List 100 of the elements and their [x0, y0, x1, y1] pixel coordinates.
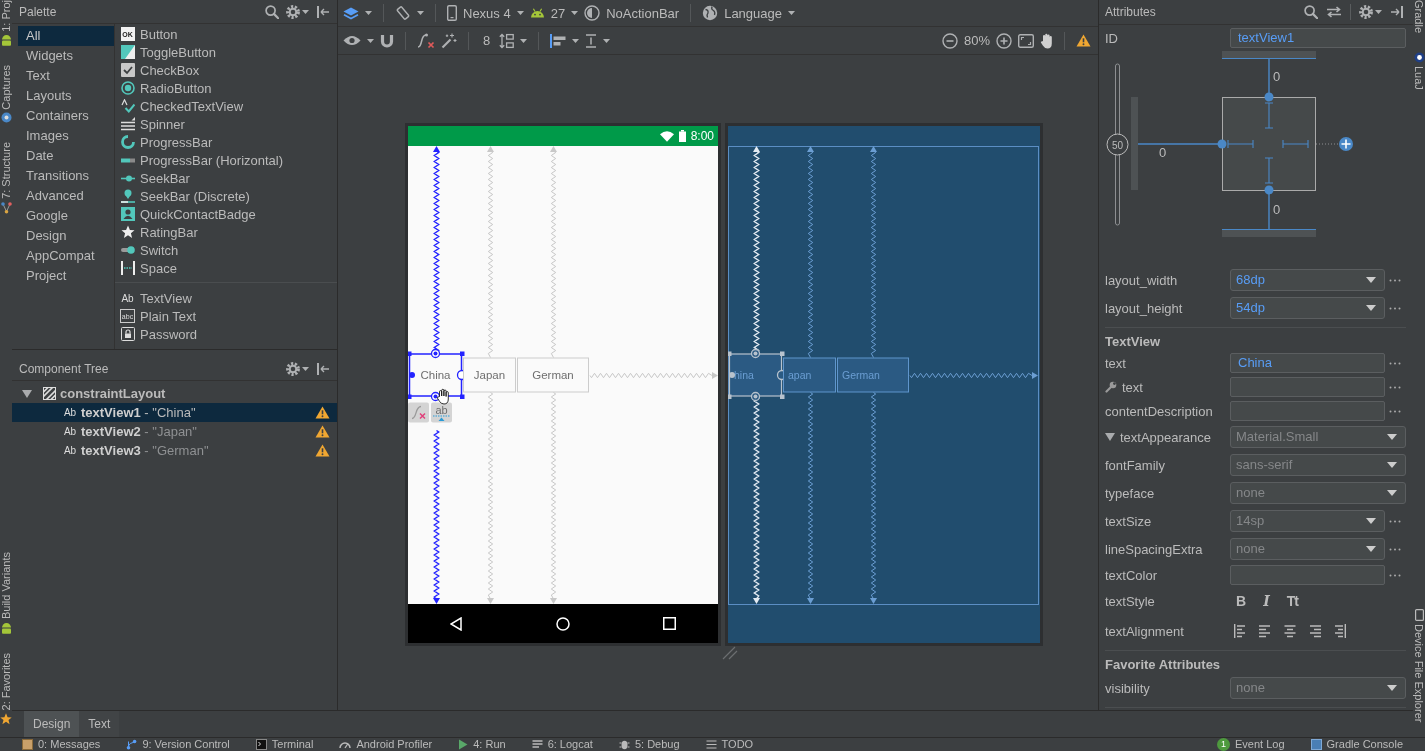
- collapse-icon[interactable]: [316, 362, 330, 376]
- ellipsis-icon[interactable]: [1389, 519, 1401, 523]
- palette-item[interactable]: RatingBar: [120, 223, 337, 241]
- tool-window-button[interactable]: 4: Run: [458, 738, 506, 751]
- fit-screen-icon[interactable]: [1018, 33, 1034, 48]
- theme-button[interactable]: NoActionBar: [584, 2, 680, 24]
- dropdown[interactable]: 68dp: [1230, 269, 1385, 291]
- hide-panel-icon[interactable]: [1390, 5, 1404, 19]
- tool-window-button[interactable]: 6: Logcat: [531, 738, 593, 751]
- ellipsis-icon[interactable]: [1389, 306, 1401, 310]
- language-dropdown[interactable]: Language: [702, 2, 795, 24]
- tool-window-button[interactable]: TODO: [705, 738, 754, 751]
- palette-item[interactable]: Spinner: [120, 115, 337, 133]
- id-field[interactable]: textView1: [1230, 28, 1406, 48]
- text-view[interactable]: China: [408, 353, 463, 397]
- align-text-start-icon[interactable]: [1234, 624, 1246, 638]
- caret-icon[interactable]: [302, 367, 309, 371]
- text-field[interactable]: [1230, 377, 1385, 397]
- palette-item[interactable]: QuickContactBadge: [120, 205, 337, 223]
- palette-category[interactable]: Transitions: [18, 166, 114, 186]
- palette-item[interactable]: CheckedTextView: [120, 97, 337, 115]
- caret-icon[interactable]: [603, 38, 611, 43]
- ellipsis-icon[interactable]: [1389, 278, 1401, 282]
- tool-window-tab[interactable]: Gradle: [1413, 0, 1425, 34]
- hand-icon[interactable]: [1040, 32, 1053, 49]
- caret-icon[interactable]: [417, 11, 424, 15]
- expanded-triangle-icon[interactable]: [1105, 433, 1115, 441]
- tool-window-tab[interactable]: LuaJ: [1413, 52, 1425, 90]
- ellipsis-icon[interactable]: [1389, 573, 1401, 577]
- warning-icon[interactable]: [315, 444, 330, 457]
- caret-icon[interactable]: [1375, 10, 1382, 14]
- tool-window-button[interactable]: Terminal: [255, 738, 314, 751]
- align-left-icon[interactable]: [550, 33, 567, 48]
- ellipsis-icon[interactable]: [1389, 361, 1401, 365]
- tool-window-tab[interactable]: 1: Proj: [0, 0, 12, 46]
- margin-value[interactable]: 0: [1273, 202, 1281, 217]
- magnet-icon[interactable]: [380, 33, 394, 48]
- tool-window-button[interactable]: 9: Version Control: [126, 738, 230, 751]
- caret-icon[interactable]: [572, 38, 580, 43]
- square-icon[interactable]: [663, 617, 676, 630]
- gear-icon[interactable]: [286, 362, 300, 376]
- align-left-icon[interactable]: [1259, 624, 1271, 638]
- palette-item[interactable]: ProgressBar (Horizontal): [120, 151, 337, 169]
- palette-item[interactable]: Space: [120, 259, 337, 277]
- bias-slider[interactable]: 50: [1106, 63, 1129, 226]
- search-icon[interactable]: [1304, 5, 1318, 19]
- tool-window-button[interactable]: Android Profiler: [339, 738, 433, 751]
- tool-window-button[interactable]: 0: Messages: [22, 738, 101, 751]
- tree-item[interactable]: Ab textView1 - "China": [12, 403, 337, 422]
- add-constraint-icon[interactable]: [1339, 137, 1353, 151]
- dropdown[interactable]: 54dp: [1230, 297, 1385, 319]
- tree-item[interactable]: Ab textView3 - "German": [12, 441, 337, 460]
- magic-wand-icon[interactable]: [441, 32, 457, 49]
- palette-category[interactable]: Project: [18, 266, 114, 286]
- align-right-icon[interactable]: [1309, 624, 1321, 638]
- palette-category[interactable]: Widgets: [18, 46, 114, 66]
- caret-icon[interactable]: [365, 11, 372, 15]
- tool-window-button[interactable]: Gradle Console: [1310, 738, 1403, 751]
- palette-category[interactable]: Layouts: [18, 86, 114, 106]
- palette-category[interactable]: All: [18, 26, 114, 46]
- collapse-icon[interactable]: [316, 4, 330, 19]
- palette-item[interactable]: Password: [120, 325, 337, 343]
- palette-category[interactable]: Advanced: [18, 186, 114, 206]
- tool-window-tab[interactable]: Build Variants: [0, 552, 12, 634]
- tool-window-tab[interactable]: 2: Favorites: [0, 652, 12, 725]
- palette-item[interactable]: Switch: [120, 241, 337, 259]
- tool-window-button[interactable]: 5: Debug: [618, 738, 680, 751]
- text-field[interactable]: [1230, 401, 1385, 421]
- bold-toggle[interactable]: B: [1236, 593, 1247, 609]
- home-icon[interactable]: [555, 616, 570, 631]
- gear-icon[interactable]: [286, 4, 300, 19]
- warning-icon[interactable]: [315, 406, 330, 419]
- palette-item[interactable]: RadioButton: [120, 79, 337, 97]
- eye-icon[interactable]: [343, 35, 361, 46]
- bias-slider-thumb[interactable]: 50: [1106, 133, 1129, 156]
- resize-grip-icon[interactable]: [722, 646, 738, 660]
- default-margin[interactable]: 8: [480, 33, 494, 48]
- palette-item[interactable]: SeekBar: [120, 169, 337, 187]
- tilted-phone-icon[interactable]: [395, 5, 411, 21]
- text-view[interactable]: Japan: [463, 357, 516, 393]
- caret-icon[interactable]: [367, 38, 374, 43]
- text-field[interactable]: [1230, 565, 1385, 585]
- palette-category[interactable]: AppCompat: [18, 246, 114, 266]
- ellipsis-icon[interactable]: [1389, 385, 1401, 389]
- layers-icon[interactable]: [343, 6, 359, 20]
- curve-cross-icon[interactable]: [408, 402, 429, 423]
- palette-category[interactable]: Images: [18, 126, 114, 146]
- back-icon[interactable]: [450, 616, 462, 631]
- palette-item[interactable]: CheckBox: [120, 61, 337, 79]
- expanded-triangle-icon[interactable]: [22, 389, 32, 398]
- palette-category[interactable]: Design: [18, 226, 114, 246]
- palette-category[interactable]: Containers: [18, 106, 114, 126]
- italic-toggle[interactable]: I: [1263, 593, 1270, 609]
- zoom-in-icon[interactable]: [996, 32, 1012, 49]
- tree-item[interactable]: Ab textView2 - "Japan": [12, 422, 337, 441]
- palette-category[interactable]: Text: [18, 66, 114, 86]
- gear-icon[interactable]: [1359, 5, 1373, 19]
- editor-tab[interactable]: Design: [24, 711, 80, 737]
- align-text-end-icon[interactable]: [1334, 624, 1346, 638]
- palette-category[interactable]: Date: [18, 146, 114, 166]
